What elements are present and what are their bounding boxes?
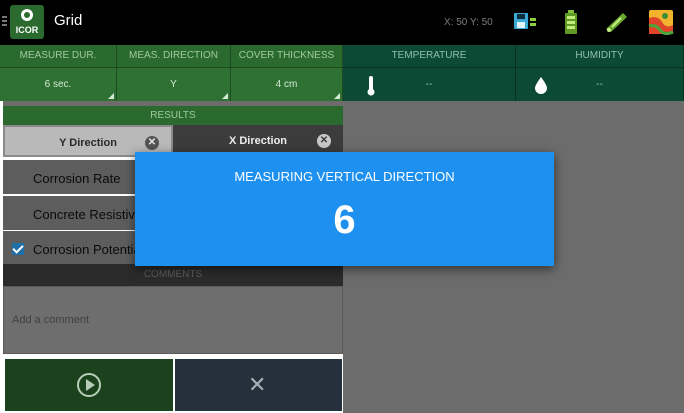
- comments-header: COMMENTS: [3, 264, 343, 286]
- play-circle-icon: [77, 373, 101, 397]
- thermometer-icon: [367, 76, 375, 96]
- dropdown-corner-icon: [334, 93, 340, 99]
- logo-mark-icon: [21, 9, 33, 21]
- dropdown-corner-icon: [222, 93, 228, 99]
- cover-thickness-header: COVER THICKNESS: [231, 45, 343, 67]
- top-action-bar: ICOR Grid X: 50 Y: 50: [0, 0, 684, 45]
- temperature-header: TEMPERATURE: [343, 45, 516, 67]
- measure-duration-value: 6 sec.: [44, 79, 72, 90]
- measure-direction-header: MEAS. DIRECTION: [117, 45, 231, 67]
- close-icon: ✕: [248, 372, 267, 397]
- dropdown-corner-icon: [108, 93, 114, 99]
- start-measurement-button[interactable]: [5, 359, 173, 411]
- measurement-dialog: MEASURING VERTICAL DIRECTION 6: [135, 152, 554, 266]
- close-icon[interactable]: ✕: [145, 136, 159, 150]
- cancel-measurement-button[interactable]: ✕: [175, 359, 342, 411]
- measure-duration-select[interactable]: 6 sec.: [0, 67, 117, 101]
- measure-duration-header: MEASURE DUR.: [0, 45, 117, 67]
- results-header: RESULTS: [3, 106, 343, 125]
- temperature-reading: --: [343, 67, 516, 101]
- option-label: Concrete Resistivity: [33, 207, 148, 222]
- cover-thickness-select[interactable]: 4 cm: [231, 67, 343, 101]
- logo-text: ICOR: [15, 25, 39, 35]
- dialog-title: MEASURING VERTICAL DIRECTION: [234, 169, 455, 184]
- checkbox-checked-icon[interactable]: [12, 243, 24, 255]
- battery-icon: [565, 10, 577, 34]
- humidity-reading: --: [516, 67, 684, 101]
- grid-coordinates: X: 50 Y: 50: [444, 17, 493, 28]
- comment-placeholder: Add a comment: [12, 314, 90, 326]
- page-title: Grid: [54, 12, 83, 29]
- tab-x-direction-label: X Direction: [228, 135, 288, 147]
- temperature-value: --: [425, 79, 433, 90]
- comment-input[interactable]: Add a comment: [3, 286, 343, 354]
- wifi-icon: [606, 13, 627, 32]
- droplet-icon: [535, 77, 547, 94]
- measure-direction-select[interactable]: Y: [117, 67, 231, 101]
- humidity-header: HUMIDITY: [516, 45, 684, 67]
- countdown-value: 6: [333, 198, 356, 242]
- humidity-value: --: [596, 79, 603, 90]
- tab-y-direction-label: Y Direction: [59, 137, 117, 149]
- close-icon[interactable]: ✕: [317, 134, 331, 148]
- grid-save-icon[interactable]: [512, 9, 538, 35]
- app-logo[interactable]: ICOR: [10, 5, 44, 39]
- map-icon[interactable]: [648, 9, 674, 35]
- option-label: Corrosion Potential: [33, 242, 144, 257]
- option-label: Corrosion Rate: [33, 171, 121, 186]
- bottom-gutter: [0, 354, 3, 413]
- drawer-indicator-icon[interactable]: [2, 16, 7, 28]
- cover-thickness-value: 4 cm: [275, 79, 298, 90]
- measure-direction-value: Y: [170, 79, 177, 90]
